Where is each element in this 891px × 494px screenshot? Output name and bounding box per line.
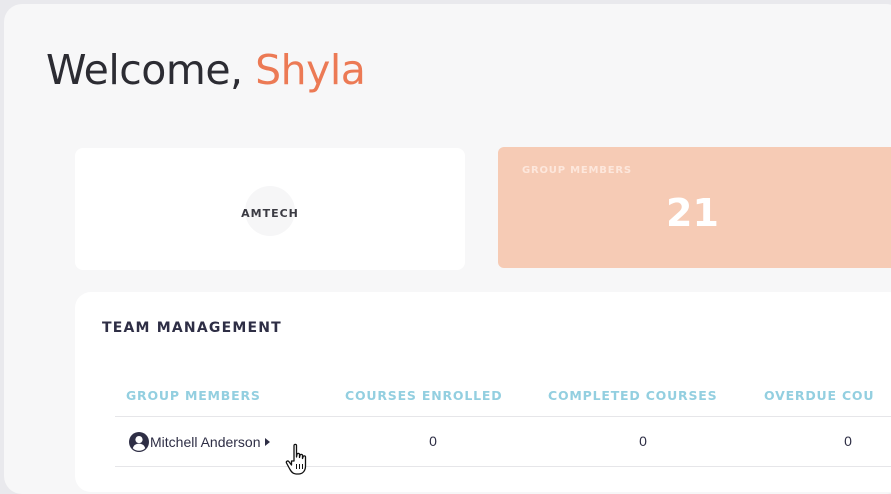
welcome-heading: Welcome, Shyla [46,46,366,94]
header-divider [115,416,891,417]
group-members-stat-value: 21 [666,191,719,235]
user-circle-icon [129,432,149,452]
organization-card: AMTECH [75,148,465,270]
hand-pointer-cursor-icon [285,443,307,475]
dashboard-page: Welcome, Shyla AMTECH GROUP MEMBERS 21 T… [4,4,891,494]
group-members-stat-card: GROUP MEMBERS 21 [498,147,891,268]
column-header-completed-courses[interactable]: COMPLETED COURSES [548,388,717,403]
group-members-stat-label: GROUP MEMBERS [522,165,632,176]
column-header-overdue-courses[interactable]: OVERDUE COU [764,388,874,403]
member-name-link[interactable]: Mitchell Anderson [129,432,272,452]
organization-name: AMTECH [241,207,299,220]
caret-right-icon[interactable] [264,437,272,447]
column-header-group-members[interactable]: GROUP MEMBERS [126,388,261,403]
welcome-prefix: Welcome, [46,46,256,94]
member-name[interactable]: Mitchell Anderson [150,434,261,450]
cell-courses-enrolled: 0 [429,433,437,449]
team-management-title: TEAM MANAGEMENT [102,320,282,336]
team-management-card: TEAM MANAGEMENT GROUP MEMBERS COURSES EN… [75,292,891,492]
column-header-courses-enrolled[interactable]: COURSES ENROLLED [345,388,502,403]
cell-overdue-courses: 0 [844,433,852,449]
welcome-user-name: Shyla [255,46,366,94]
row-divider [115,466,891,467]
cell-completed-courses: 0 [639,433,647,449]
